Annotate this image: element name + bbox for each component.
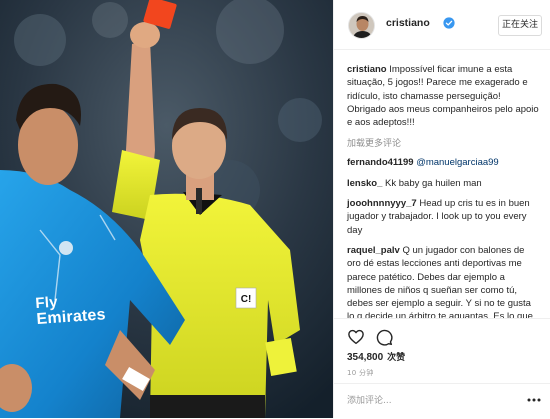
instagram-post: C! Fly Emirates cristiano 正在关注 cristiano… — [0, 0, 550, 418]
profile-avatar[interactable] — [348, 12, 375, 39]
following-button[interactable]: 正在关注 — [498, 15, 542, 36]
likes-count[interactable]: 354,800 次赞 — [347, 350, 405, 363]
post-header: cristiano 正在关注 — [334, 0, 550, 50]
likes-number: 354,800 — [347, 352, 384, 363]
comment-item: raquel_palv Q un jugador con balones de … — [347, 244, 540, 318]
jersey-sponsor-text: Fly Emirates — [35, 292, 106, 328]
ellipsis-icon[interactable] — [527, 397, 541, 403]
caption-username[interactable]: cristiano — [347, 64, 387, 75]
username-link[interactable]: cristiano — [386, 17, 430, 29]
speech-bubble-icon[interactable] — [375, 328, 393, 346]
comment-username[interactable]: jooohnnnyyy_7 — [347, 198, 417, 209]
comment-text: Kk baby ga huilen man — [385, 177, 482, 189]
comment-item: fernando41199 @manuelgarciaa99 — [347, 156, 540, 169]
comment-input[interactable] — [347, 392, 512, 410]
avatar-image — [349, 13, 374, 38]
comment-item: jooohnnnyyy_7 Head up cris tu es in buen… — [347, 197, 540, 237]
referee-badge-text: C! — [241, 294, 252, 305]
post-caption: cristiano Impossível ficar imune a esta … — [347, 63, 540, 129]
comment-username[interactable]: fernando41199 — [347, 157, 414, 168]
post-photo[interactable]: C! Fly Emirates — [0, 0, 333, 418]
photo-illustration: C! — [0, 0, 333, 418]
post-actions: 354,800 次赞 10 分钟 — [334, 318, 550, 418]
comment-username[interactable]: lensko_ — [347, 178, 382, 189]
likes-unit: 次赞 — [387, 353, 406, 363]
comment-item: lensko_ Kk baby ga huilen man — [347, 177, 540, 190]
comment-mention[interactable]: @manuelgarciaa99 — [416, 157, 499, 168]
add-comment-bar — [334, 383, 550, 419]
comments-list: cristiano Impossível ficar imune a esta … — [334, 50, 550, 318]
comment-username[interactable]: raquel_palv — [347, 245, 400, 256]
verified-badge-icon — [443, 17, 455, 29]
heart-outline-icon[interactable] — [347, 328, 365, 346]
post-timestamp[interactable]: 10 分钟 — [347, 368, 374, 378]
load-more-comments-link[interactable]: 加载更多评论 — [347, 136, 540, 149]
post-sidebar: cristiano 正在关注 cristiano Impossível fica… — [333, 0, 550, 418]
